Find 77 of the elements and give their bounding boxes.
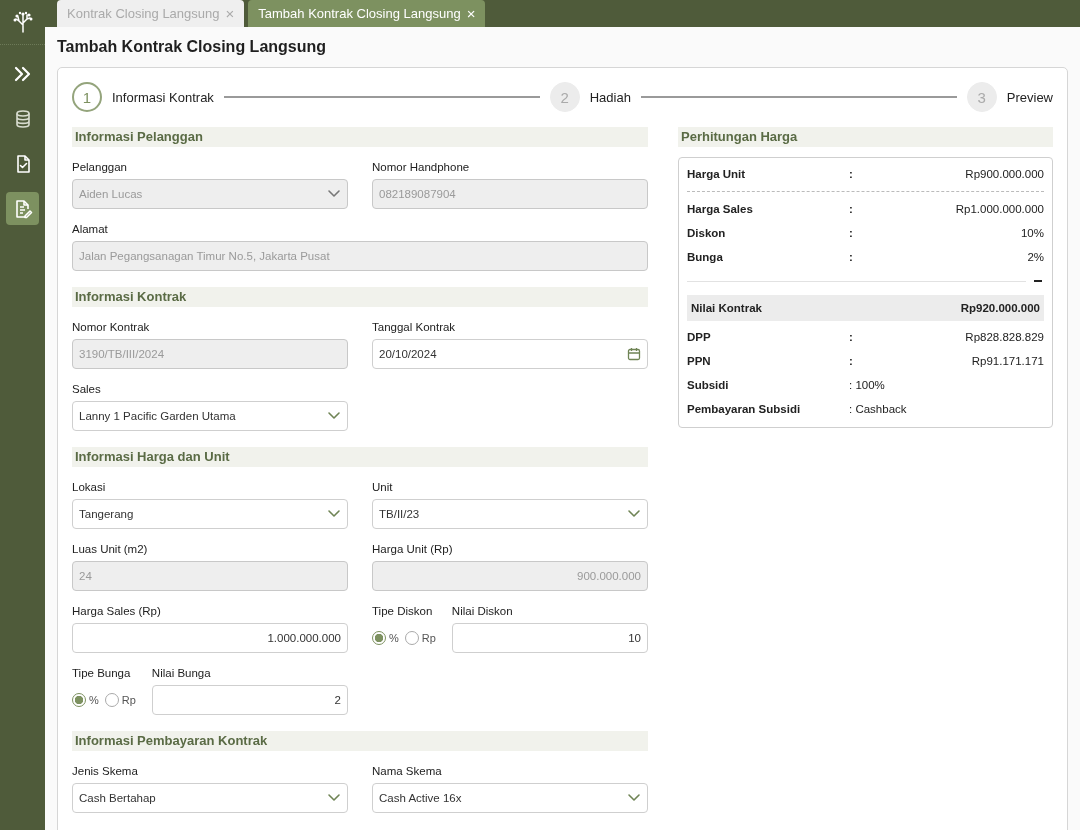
step-label: Hadiah: [589, 89, 631, 105]
summary-value: 2%: [1026, 251, 1044, 263]
radio-button[interactable]: [72, 693, 86, 707]
select-field[interactable]: TB/II/23: [372, 499, 648, 529]
calendar-icon: [627, 347, 641, 361]
field-label: Sales: [72, 382, 102, 396]
step-label: Preview: [1006, 89, 1053, 105]
summary-label: PPN: [687, 355, 712, 367]
input-field[interactable]: 1.000.000.000: [72, 623, 348, 653]
tab[interactable]: Kontrak Closing Langsung ×: [57, 0, 245, 27]
summary-value: 10%: [1019, 227, 1044, 239]
colon-separator: :: [849, 355, 854, 367]
minus-icon: [1034, 280, 1042, 282]
summary-value: : 100%: [849, 379, 886, 391]
input-field[interactable]: 2: [151, 685, 348, 715]
summary-value: Rp1.000.000.000: [954, 203, 1044, 215]
date-field[interactable]: 20/10/2024: [372, 339, 648, 369]
section-header: Informasi Kontrak: [72, 287, 648, 307]
field-label: Nama Skema: [372, 764, 443, 778]
summary-label: Diskon: [687, 227, 727, 239]
field-label: Lokasi: [72, 480, 107, 494]
colon-separator: :: [849, 168, 854, 180]
radio-label: Rp: [121, 694, 136, 706]
select-field[interactable]: Tangerang: [72, 499, 348, 529]
summary-label: Bunga: [687, 251, 724, 263]
summary-label: Harga Unit: [687, 168, 747, 180]
field-label: Tipe Diskon: [372, 604, 434, 618]
total-value: Rp920.000.000: [960, 302, 1040, 314]
radio-label: %: [89, 694, 99, 706]
field-label: Nomor Handphone: [372, 160, 471, 174]
field-label: Pelanggan: [72, 160, 128, 174]
step-label: Informasi Kontrak: [112, 89, 214, 105]
step-number: 3: [966, 82, 997, 112]
select-field[interactable]: Cash Bertahap: [72, 783, 348, 813]
radio-label: Rp: [421, 632, 436, 644]
step-number: 1: [72, 82, 102, 112]
radio-button[interactable]: [104, 693, 119, 707]
field-label: Luas Unit (m2): [72, 542, 149, 556]
summary-label: Pembayaran Subsidi: [687, 403, 802, 415]
section-header: Informasi Pembayaran Kontrak: [72, 731, 648, 751]
input-field[interactable]: 10: [451, 623, 648, 653]
summary-value: : Cashback: [849, 403, 908, 415]
summary-value: Rp91.171.171: [970, 355, 1044, 367]
field-label: Harga Unit (Rp): [372, 542, 454, 556]
section-header: Informasi Pelanggan: [72, 127, 648, 147]
select-field[interactable]: Lanny 1 Pacific Garden Utama: [72, 401, 348, 431]
sidebar-item[interactable]: [6, 192, 39, 225]
colon-separator: :: [849, 251, 854, 263]
radio-button[interactable]: [372, 631, 386, 645]
summary-label: Harga Sales: [687, 203, 754, 215]
colon-separator: :: [849, 203, 854, 215]
summary-label: DPP: [687, 331, 712, 343]
field-label: Nomor Kontrak: [72, 320, 151, 334]
radio-button[interactable]: [404, 631, 419, 645]
field-label: Alamat: [72, 222, 109, 236]
section-header: Perhitungan Harga: [678, 127, 1053, 147]
select-field[interactable]: Cash Active 16x: [372, 783, 648, 813]
summary-value: Rp900.000.000: [964, 168, 1044, 180]
field-label: Tipe Bunga: [72, 666, 132, 680]
close-icon[interactable]: ×: [225, 5, 235, 22]
radio-label: %: [389, 632, 399, 644]
summary-label: Subsidi: [687, 379, 730, 391]
field-label: Harga Sales (Rp): [72, 604, 162, 618]
field-label: Jenis Skema: [72, 764, 139, 778]
page-title: Tambah Kontrak Closing Langsung: [57, 37, 328, 57]
close-icon[interactable]: ×: [466, 5, 476, 22]
field-label: Unit: [372, 480, 394, 494]
colon-separator: :: [849, 331, 854, 343]
field-label: Nilai Bunga: [151, 666, 212, 680]
section-header: Informasi Harga dan Unit: [72, 447, 648, 467]
colon-separator: :: [849, 227, 854, 239]
field-label: Nilai Diskon: [451, 604, 514, 618]
step-number: 2: [549, 82, 580, 112]
field-label: Tanggal Kontrak: [372, 320, 457, 334]
tab[interactable]: Tambah Kontrak Closing Langsung ×: [248, 0, 486, 27]
summary-value: Rp828.828.829: [964, 331, 1044, 343]
total-label: Nilai Kontrak: [691, 302, 762, 314]
